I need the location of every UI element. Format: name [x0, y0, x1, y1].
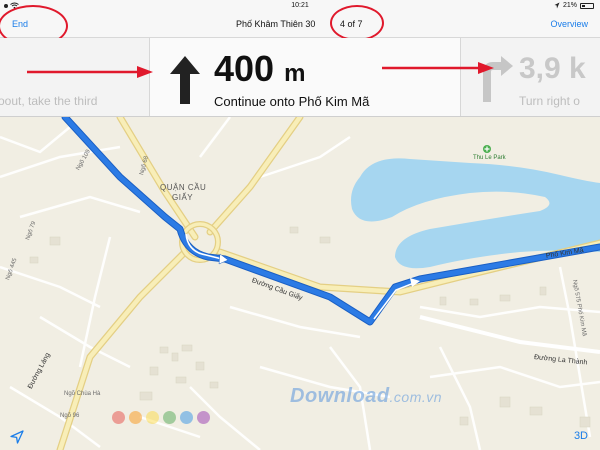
watermark-dots: [112, 411, 210, 424]
current-instruction-text: Continue onto Phố Kim Mã: [214, 94, 370, 109]
overview-button[interactable]: Overview: [550, 19, 588, 29]
watermark-brand: Download: [290, 385, 390, 407]
watermark-dot-icon: [129, 411, 142, 424]
route-title: Phố Khâm Thiên 30: [236, 19, 316, 29]
3d-view-button[interactable]: 3D: [574, 430, 588, 442]
navigation-bar: End Phố Khâm Thiên 30 4 of 7 Overview: [0, 12, 600, 38]
instruction-strip: oout, take the third 400 m Continue onto…: [0, 38, 600, 117]
current-instruction-card[interactable]: 400 m Continue onto Phố Kim Mã: [150, 38, 460, 116]
battery-percent: 21%: [562, 2, 577, 9]
watermark-dot-icon: [146, 411, 159, 424]
previous-direction-icon: [0, 52, 12, 92]
status-bar: 10:21 21%: [0, 0, 600, 12]
watermark-dot-icon: [112, 411, 125, 424]
next-instruction-text: Turn right o: [519, 94, 580, 108]
status-time: 10:21: [291, 2, 309, 9]
next-instruction-card[interactable]: 3,9 k Turn right o: [460, 38, 600, 116]
next-distance: 3,9 k: [519, 52, 586, 85]
battery-icon: [580, 2, 594, 9]
street-label-ngo-96: Ngõ 96: [60, 413, 80, 419]
watermark-dot-icon: [180, 411, 193, 424]
end-button[interactable]: End: [12, 19, 28, 29]
watermark: Download.com.vn: [290, 385, 442, 408]
step-indicator: 4 of 7: [340, 19, 363, 29]
district-label-line2: GIẤY: [172, 193, 194, 202]
watermark-dot-icon: [163, 411, 176, 424]
previous-instruction-card[interactable]: oout, take the third: [0, 38, 150, 116]
status-right: 21%: [554, 2, 594, 9]
watermark-domain: .com.vn: [389, 389, 443, 405]
current-distance: 400 m: [214, 48, 305, 90]
district-label-line1: QUẬN CẦU: [160, 183, 207, 192]
current-location-icon[interactable]: [10, 430, 24, 444]
location-services-icon: [554, 2, 560, 9]
straight-arrow-icon: [170, 56, 200, 104]
current-distance-value: 400: [214, 48, 275, 89]
turn-right-arrow-icon: [483, 56, 513, 102]
street-label-ngo-chua-ha: Ngõ Chùa Hà: [64, 391, 101, 397]
park-name-label: Thu Le Park: [473, 155, 506, 161]
watermark-dot-icon: [197, 411, 210, 424]
previous-instruction-text: oout, take the third: [0, 94, 98, 108]
current-distance-unit: m: [284, 60, 306, 87]
